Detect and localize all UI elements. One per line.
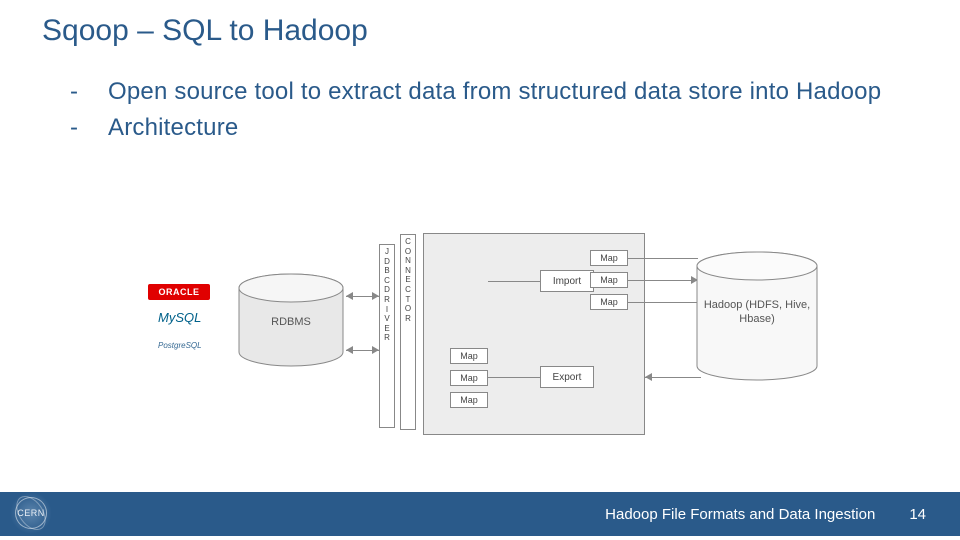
oracle-logo: ORACLE xyxy=(148,284,210,300)
footer-bar: Hadoop File Formats and Data Ingestion 1… xyxy=(0,492,960,536)
cern-logo: CERN xyxy=(10,492,52,534)
rdbms-cylinder: RDBMS xyxy=(236,272,346,372)
bullet-list: - Open source tool to extract data from … xyxy=(0,48,960,145)
architecture-diagram: ORACLE MySQL PostgreSQL RDBMS J D B C D … xyxy=(148,222,828,462)
postgresql-logo: PostgreSQL xyxy=(148,334,238,356)
bullet-item: - Architecture xyxy=(70,112,910,144)
rdbms-label: RDBMS xyxy=(236,316,346,328)
hadoop-cylinder: Hadoop (HDFS, Hive, Hbase) xyxy=(693,250,821,384)
bullet-dash-icon: - xyxy=(70,76,108,108)
connector-line xyxy=(628,302,698,303)
connector-line xyxy=(628,258,698,259)
slide: Sqoop – SQL to Hadoop - Open source tool… xyxy=(0,0,960,540)
map-task: Map xyxy=(450,392,488,408)
page-number: 14 xyxy=(909,506,926,523)
footer-text: Hadoop File Formats and Data Ingestion xyxy=(605,506,875,523)
mysql-logo: MySQL xyxy=(148,306,238,328)
arrow-right-icon xyxy=(372,346,379,354)
connector-line xyxy=(628,280,698,281)
bullet-item: - Open source tool to extract data from … xyxy=(70,76,910,108)
map-task: Map xyxy=(450,348,488,364)
map-task: Map xyxy=(450,370,488,386)
bullet-dash-icon: - xyxy=(70,112,108,144)
arrow-left-icon xyxy=(346,346,353,354)
slide-title: Sqoop – SQL to Hadoop xyxy=(0,0,960,48)
import-box: Import xyxy=(540,270,594,292)
connector-strip: C O N N E C T O R xyxy=(400,234,416,430)
arrow-left-icon xyxy=(346,292,353,300)
connector-line xyxy=(488,281,540,282)
arrow-left-icon xyxy=(645,373,652,381)
export-box: Export xyxy=(540,366,594,388)
hadoop-label: Hadoop (HDFS, Hive, Hbase) xyxy=(693,298,821,327)
bullet-text: Architecture xyxy=(108,112,238,144)
map-task: Map xyxy=(590,250,628,266)
db-logos: ORACLE MySQL PostgreSQL xyxy=(148,284,238,362)
map-task: Map xyxy=(590,272,628,288)
map-task: Map xyxy=(590,294,628,310)
bullet-text: Open source tool to extract data from st… xyxy=(108,76,881,108)
connector-line xyxy=(488,377,540,378)
arrow-right-icon xyxy=(372,292,379,300)
jdbc-driver-strip: J D B C D R I V E R xyxy=(379,244,395,428)
